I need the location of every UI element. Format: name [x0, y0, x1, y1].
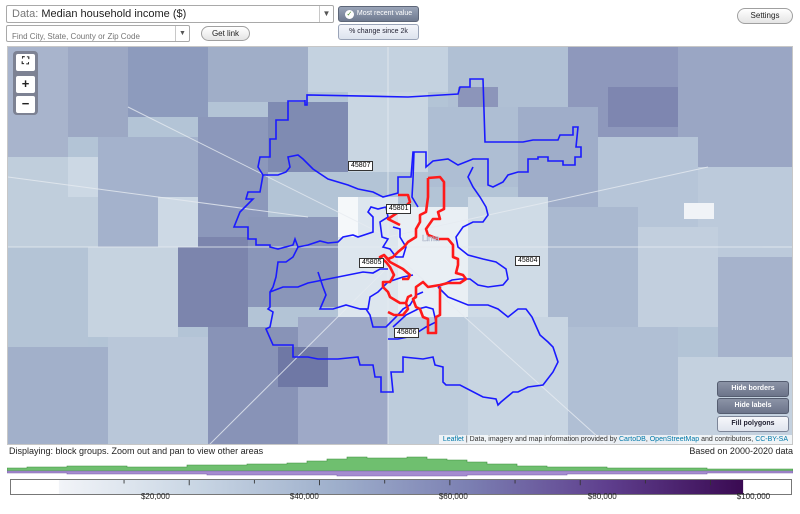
- location-search-input[interactable]: [7, 29, 173, 44]
- zoom-in-button[interactable]: +: [16, 76, 35, 93]
- block-group-patches: [8, 47, 792, 444]
- data-value: Median household income ($): [41, 8, 187, 20]
- fullscreen-icon[interactable]: ⛶: [16, 54, 35, 71]
- value-histogram: [7, 456, 793, 477]
- zip-label: 45805: [359, 258, 385, 268]
- city-label: Lima: [422, 234, 440, 243]
- fill-polygons-button[interactable]: Fill polygons: [717, 416, 789, 432]
- data-prefix: Data:: [12, 8, 42, 20]
- choropleth-map[interactable]: Lima 45807 45801 45805 45804 45806 ⛶ + −…: [7, 46, 793, 445]
- legend-tick-label: $40,000: [289, 492, 319, 501]
- legend-tick-label: $20,000: [140, 492, 170, 501]
- legend-tick-label: $80,000: [587, 492, 617, 501]
- percent-change-toggle[interactable]: % change since 2k: [338, 24, 419, 40]
- cartodb-link[interactable]: CartoDB: [619, 436, 646, 443]
- license-link[interactable]: CC-BY-SA: [755, 436, 788, 443]
- leaflet-link[interactable]: Leaflet: [443, 436, 464, 443]
- legend-tick-label: $100,000: [736, 492, 771, 501]
- data-variable-select[interactable]: Data: Median household income ($) ▼: [6, 5, 334, 23]
- map-canvas: Lima: [8, 47, 792, 444]
- chevron-down-icon[interactable]: ▼: [319, 6, 333, 22]
- most-recent-toggle[interactable]: ✓ Most recent value: [338, 6, 419, 22]
- zoom-controls: ⛶ + −: [13, 51, 38, 115]
- map-attribution: Leaflet | Data, imagery and map informat…: [438, 435, 792, 444]
- legend-tick-label: $60,000: [438, 492, 468, 501]
- zoom-out-button[interactable]: −: [16, 96, 35, 113]
- hide-labels-button[interactable]: Hide labels: [717, 398, 789, 414]
- checkmark-icon: ✓: [344, 10, 354, 19]
- app-root: { "controls": { "data_prefix": "Data: ",…: [0, 0, 800, 514]
- hide-borders-button[interactable]: Hide borders: [717, 381, 789, 397]
- zip-label: 45806: [394, 328, 420, 338]
- attribution-text: | Data, imagery and map information prov…: [463, 436, 619, 443]
- zip-label: 45807: [348, 161, 374, 171]
- most-recent-label: Most recent value: [356, 10, 413, 17]
- settings-button[interactable]: Settings: [737, 8, 793, 24]
- attribution-text: and contributors,: [699, 436, 756, 443]
- color-scale-legend: [10, 479, 792, 495]
- location-search-box: ▼: [6, 25, 190, 44]
- get-link-button[interactable]: Get link: [201, 26, 250, 41]
- data-select-label: Data: Median household income ($): [12, 8, 186, 20]
- openstreetmap-link[interactable]: OpenStreetMap: [650, 436, 699, 443]
- chevron-down-icon[interactable]: ▼: [175, 26, 189, 41]
- zip-label: 45804: [515, 256, 541, 266]
- zip-label: 45801: [386, 204, 412, 214]
